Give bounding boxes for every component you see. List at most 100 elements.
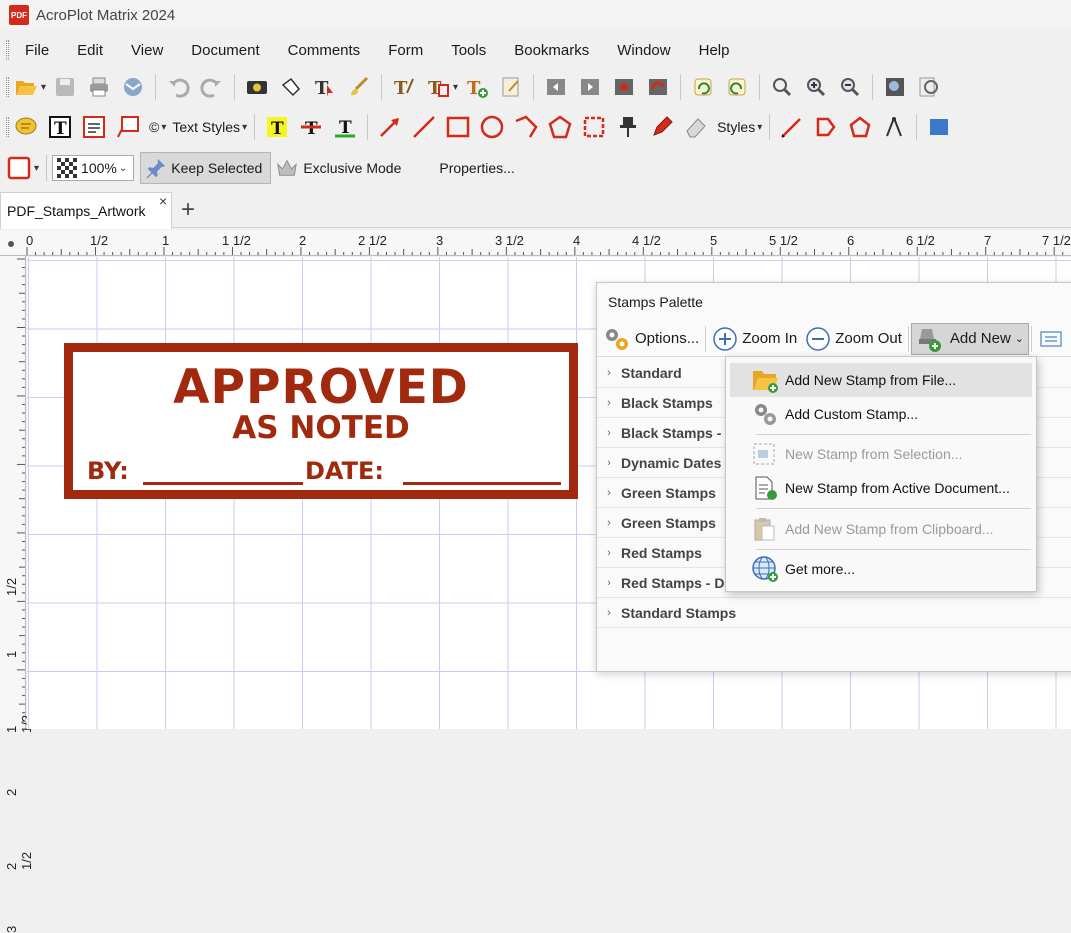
measure-area-icon[interactable] xyxy=(845,112,875,142)
open-dropdown-icon[interactable]: ▾ xyxy=(41,82,46,93)
open-folder-icon[interactable] xyxy=(11,72,41,102)
keep-selected-button[interactable]: Keep Selected xyxy=(140,152,272,184)
layout-icon xyxy=(1040,330,1062,347)
zoom-in-button[interactable]: Zoom In xyxy=(708,323,801,355)
crown-icon xyxy=(277,159,298,176)
stamp-category[interactable]: › Standard Stamps xyxy=(597,598,1071,628)
measure-distance-icon[interactable] xyxy=(777,112,807,142)
typewriter-icon[interactable]: T xyxy=(389,72,419,102)
polygon-tool-icon[interactable] xyxy=(545,112,575,142)
menu-item-from-active-document[interactable]: New Stamp from Active Document... xyxy=(730,471,1032,505)
measure-perimeter-icon[interactable] xyxy=(811,112,841,142)
text-box-icon[interactable]: T xyxy=(45,112,75,142)
menu-help[interactable]: Help xyxy=(685,42,744,59)
rotate-right-icon[interactable] xyxy=(722,72,752,102)
properties-button[interactable]: Properties... xyxy=(435,160,518,176)
text-styles-chevron-icon[interactable]: ▾ xyxy=(242,122,247,133)
page-next-icon[interactable] xyxy=(575,72,605,102)
toolbar-separator xyxy=(367,114,369,140)
menu-item-add-custom[interactable]: Add Custom Stamp... xyxy=(730,397,1032,431)
text-styles-dropdown[interactable]: Text Styles xyxy=(168,119,244,135)
exclusive-mode-button[interactable]: Exclusive Mode xyxy=(271,152,409,184)
menu-window[interactable]: Window xyxy=(603,42,684,59)
zoom-in-circle-icon xyxy=(713,326,737,351)
text-box-dropdown-icon[interactable]: ▾ xyxy=(453,82,458,93)
select-text-icon[interactable]: T xyxy=(310,72,340,102)
toolbar-separator xyxy=(872,74,874,100)
approved-stamp[interactable]: APPROVED AS NOTED BY: DATE: xyxy=(64,343,578,499)
email-icon[interactable] xyxy=(118,72,148,102)
text-box-tool-icon[interactable]: T xyxy=(423,72,453,102)
pin-icon[interactable] xyxy=(613,112,643,142)
zoom-out-icon[interactable] xyxy=(835,72,865,102)
opacity-dropdown[interactable]: 100% ⌄ xyxy=(52,155,135,181)
menu-item-get-more[interactable]: Get more... xyxy=(730,552,1032,586)
callout-icon[interactable] xyxy=(79,112,109,142)
new-tab-button[interactable]: + xyxy=(181,196,195,224)
menu-form[interactable]: Form xyxy=(374,42,437,59)
stamp-category-label: Standard Stamps xyxy=(621,604,737,621)
callout-arrow-icon[interactable] xyxy=(113,112,143,142)
menu-item-from-clipboard[interactable]: Add New Stamp from Clipboard... xyxy=(730,512,1032,546)
underline-text-icon[interactable]: T xyxy=(330,112,360,142)
page-extract-icon[interactable] xyxy=(609,72,639,102)
zoom-page-icon[interactable] xyxy=(880,72,910,102)
menu-item-from-selection[interactable]: New Stamp from Selection... xyxy=(730,437,1032,471)
menu-bookmarks[interactable]: Bookmarks xyxy=(500,42,603,59)
layers-icon[interactable] xyxy=(924,112,954,142)
clipboard-icon xyxy=(750,514,780,544)
color-swatch-icon[interactable] xyxy=(4,153,34,183)
magnifier-icon[interactable] xyxy=(767,72,797,102)
rotate-left-icon[interactable] xyxy=(688,72,718,102)
styles-dropdown[interactable]: Styles xyxy=(713,119,759,135)
cloud-tool-icon[interactable] xyxy=(579,112,609,142)
add-text-icon[interactable]: T xyxy=(462,72,492,102)
symbol-dropdown-icon[interactable]: ▾ xyxy=(161,122,166,133)
menu-tools[interactable]: Tools xyxy=(437,42,500,59)
polyline-tool-icon[interactable] xyxy=(511,112,541,142)
line-tool-icon[interactable] xyxy=(409,112,439,142)
opacity-pattern-icon xyxy=(57,158,78,178)
add-new-chevron-icon: ⌄ xyxy=(1014,333,1025,345)
print-icon[interactable] xyxy=(84,72,114,102)
arrow-tool-icon[interactable] xyxy=(375,112,405,142)
chevron-right-icon: › xyxy=(607,546,611,559)
options-button[interactable]: Options... xyxy=(597,323,703,355)
menu-document[interactable]: Document xyxy=(177,42,273,59)
menu-item-label: Get more... xyxy=(785,561,856,577)
note-edit-icon[interactable] xyxy=(496,72,526,102)
zoom-out-button[interactable]: Zoom Out xyxy=(801,323,906,355)
menu-comments[interactable]: Comments xyxy=(274,42,375,59)
palette-layout-button[interactable] xyxy=(1034,323,1071,355)
color-dropdown-icon[interactable]: ▾ xyxy=(34,163,39,174)
compass-icon[interactable] xyxy=(879,112,909,142)
eraser-icon[interactable] xyxy=(681,112,711,142)
save-icon[interactable] xyxy=(50,72,80,102)
ellipse-tool-icon[interactable] xyxy=(477,112,507,142)
highlight-text-icon[interactable]: T xyxy=(262,112,292,142)
page-rotate-icon[interactable] xyxy=(643,72,673,102)
pencil-icon[interactable] xyxy=(647,112,677,142)
redo-icon[interactable] xyxy=(197,72,227,102)
snapshot-icon[interactable] xyxy=(242,72,272,102)
undo-icon[interactable] xyxy=(163,72,193,102)
toolbar-grip[interactable] xyxy=(6,117,9,137)
menu-edit[interactable]: Edit xyxy=(63,42,117,59)
speech-bubble-icon[interactable] xyxy=(11,112,41,142)
brush-icon[interactable] xyxy=(344,72,374,102)
menu-item-add-from-file[interactable]: Add New Stamp from File... xyxy=(730,363,1032,397)
menu-view[interactable]: View xyxy=(117,42,177,59)
add-new-button[interactable]: Add New ⌄ xyxy=(910,322,1030,355)
menu-file[interactable]: File xyxy=(9,42,63,59)
toolbar-grip[interactable] xyxy=(6,77,9,97)
zoom-in-icon[interactable] xyxy=(801,72,831,102)
close-tab-icon[interactable]: × xyxy=(159,193,167,209)
styles-chevron-icon[interactable]: ▾ xyxy=(757,122,762,133)
hand-tool-icon[interactable] xyxy=(276,72,306,102)
zoom-window-icon[interactable] xyxy=(914,72,944,102)
strikeout-text-icon[interactable]: T xyxy=(296,112,326,142)
page-prev-icon[interactable] xyxy=(541,72,571,102)
document-tab[interactable]: PDF_Stamps_Artwork × xyxy=(0,192,172,229)
rectangle-tool-icon[interactable] xyxy=(443,112,473,142)
stamp-category-label: Green Stamps xyxy=(621,514,716,531)
